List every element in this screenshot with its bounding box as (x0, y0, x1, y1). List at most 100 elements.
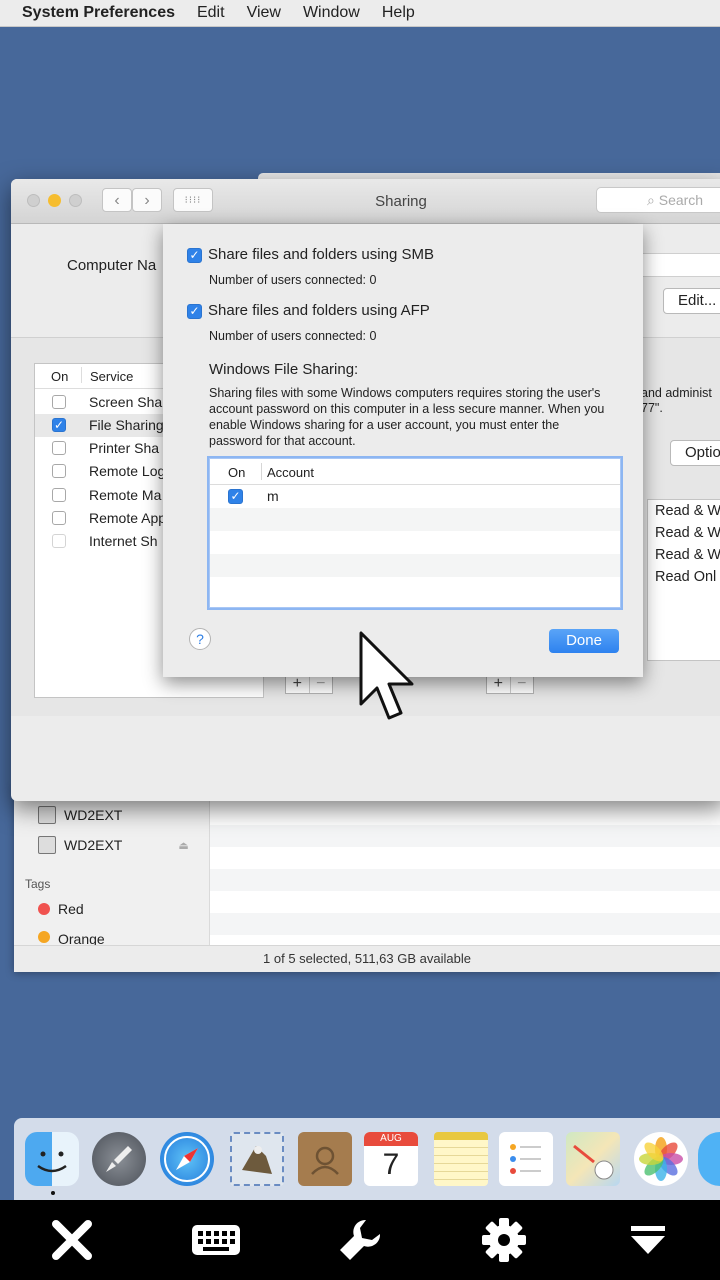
service-label: Screen Sha (89, 394, 163, 410)
info-line: 77". (641, 401, 663, 415)
checkmark-icon: ✓ (189, 248, 200, 262)
windows-sharing-header: Windows File Sharing: (209, 361, 359, 378)
gear-icon[interactable] (478, 1214, 530, 1266)
file-row[interactable] (210, 913, 720, 935)
header-on: On (51, 369, 69, 384)
hard-drive-icon (38, 806, 56, 824)
photos-icon[interactable] (634, 1132, 688, 1186)
notes-icon[interactable] (434, 1132, 488, 1186)
show-all-button[interactable]: ⁝⁝⁝⁝ (173, 188, 213, 212)
hard-drive-icon (38, 836, 56, 854)
add-folder-button[interactable]: + (286, 675, 309, 693)
done-button[interactable]: Done (549, 629, 619, 653)
wrench-icon[interactable] (334, 1214, 386, 1266)
finder-icon[interactable] (25, 1132, 79, 1186)
afp-users-connected: Number of users connected: 0 (209, 329, 377, 343)
dropdown-icon[interactable] (622, 1214, 674, 1266)
account-row[interactable]: ✓ m (210, 485, 620, 508)
red-tag-icon (38, 903, 50, 915)
options-button[interactable]: Optio (670, 440, 720, 466)
sidebar-item-tag-red[interactable]: Red (38, 901, 84, 917)
messages-icon[interactable] (698, 1132, 720, 1186)
sidebar-item-device[interactable]: WD2EXT (38, 806, 122, 824)
checkmark-icon: ✓ (230, 489, 241, 503)
dock: AUG 7 (14, 1118, 720, 1200)
calendar-icon[interactable]: AUG 7 (364, 1132, 418, 1186)
smb-label: Share files and folders using SMB (208, 246, 434, 263)
service-checkbox[interactable] (52, 534, 66, 548)
permission-value[interactable]: Read Onl (655, 569, 716, 585)
menu-bar: System Preferences Edit View Window Help (0, 0, 720, 27)
header-divider (81, 367, 82, 383)
user-add-remove: + − (486, 674, 534, 694)
menu-help[interactable]: Help (382, 4, 415, 22)
header-on: On (228, 465, 246, 480)
permissions-list: Read & W Read & W Read & W Read Onl (647, 499, 720, 661)
service-label: Printer Sha (89, 440, 160, 456)
afp-checkbox[interactable]: ✓ (187, 304, 202, 319)
reminders-icon[interactable] (499, 1132, 553, 1186)
device-label: WD2EXT (64, 807, 123, 823)
back-button[interactable]: ‹ (102, 188, 132, 212)
add-user-button[interactable]: + (487, 675, 510, 693)
file-sharing-info: and administ 77". (641, 386, 712, 416)
empty-row (210, 554, 620, 577)
account-checkbox[interactable]: ✓ (228, 489, 243, 504)
forward-button[interactable]: › (132, 188, 162, 212)
grid-icon: ⁝⁝⁝⁝ (184, 195, 202, 206)
sidebar-item-tag-orange[interactable]: Orange (38, 931, 105, 945)
checkmark-icon: ✓ (53, 418, 65, 432)
mouse-cursor-icon (359, 631, 414, 720)
empty-row (210, 577, 620, 600)
orange-tag-icon (38, 931, 50, 943)
zoom-window-button[interactable] (69, 194, 82, 207)
empty-row (210, 508, 620, 531)
info-line: and administ (641, 386, 712, 400)
service-checkbox[interactable] (52, 464, 66, 478)
windows-sharing-description: Sharing files with some Windows computer… (209, 386, 605, 448)
file-row[interactable] (210, 825, 720, 847)
running-indicator (51, 1191, 55, 1195)
eject-icon[interactable]: ⏏ (178, 839, 188, 852)
account-name: m (267, 488, 279, 504)
contacts-icon[interactable] (298, 1132, 352, 1186)
remote-toolbar (0, 1200, 720, 1280)
chevron-left-icon: ‹ (114, 192, 120, 209)
tags-header: Tags (25, 877, 51, 891)
menu-edit[interactable]: Edit (197, 4, 225, 22)
menu-app-name[interactable]: System Preferences (22, 4, 175, 22)
service-checkbox[interactable]: ✓ (52, 418, 66, 432)
service-checkbox[interactable] (52, 441, 66, 455)
close-icon[interactable] (46, 1214, 98, 1266)
window-title: Sharing (375, 193, 427, 210)
close-window-button[interactable] (27, 194, 40, 207)
maps-icon[interactable] (566, 1132, 620, 1186)
service-checkbox[interactable] (52, 511, 66, 525)
permission-value[interactable]: Read & W (655, 503, 720, 519)
service-checkbox[interactable] (52, 488, 66, 502)
edit-button[interactable]: Edit... (663, 288, 720, 314)
keyboard-icon[interactable] (190, 1214, 242, 1266)
permission-value[interactable]: Read & W (655, 547, 720, 563)
header-account: Account (267, 465, 314, 480)
smb-users-connected: Number of users connected: 0 (209, 273, 377, 287)
safari-icon[interactable] (160, 1132, 214, 1186)
minimize-window-button[interactable] (48, 194, 61, 207)
search-field[interactable]: ⌕ Search (596, 187, 720, 213)
permission-value[interactable]: Read & W (655, 525, 720, 541)
mail-icon[interactable] (230, 1132, 284, 1186)
chevron-right-icon: › (144, 192, 150, 209)
menu-window[interactable]: Window (303, 4, 360, 22)
menu-view[interactable]: View (247, 4, 281, 22)
sidebar-item-device[interactable]: WD2EXT ⏏ (38, 836, 189, 854)
service-checkbox[interactable] (52, 395, 66, 409)
remove-user-button[interactable]: − (509, 675, 534, 693)
launchpad-icon[interactable] (92, 1132, 146, 1186)
computer-name-label: Computer Na (67, 257, 157, 274)
help-button[interactable]: ? (189, 628, 211, 650)
remove-folder-button[interactable]: − (308, 675, 333, 693)
smb-checkbox[interactable]: ✓ (187, 248, 202, 263)
device-label: WD2EXT (64, 837, 123, 853)
service-label: Remote Log (89, 463, 166, 479)
file-row[interactable] (210, 869, 720, 891)
